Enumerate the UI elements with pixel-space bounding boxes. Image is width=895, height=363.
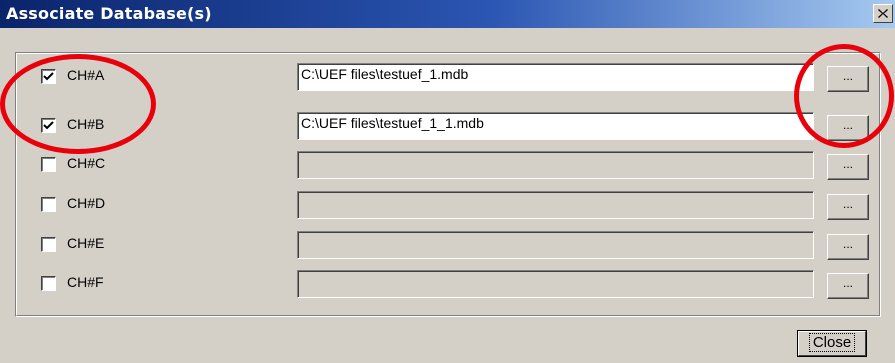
associate-database-dialog: Associate Database(s) CH#A C:\UEF files\t… [0,0,895,363]
channel-checkbox[interactable] [41,118,56,133]
browse-button[interactable]: ... [827,66,869,92]
channel-checkbox[interactable] [41,276,56,291]
browse-button[interactable]: ... [827,115,869,141]
channel-row: CH#C... [0,149,895,183]
channel-row: CH#B C:\UEF files\testuef_1_1.mdb... [0,110,895,144]
title-bar[interactable]: Associate Database(s) [0,0,895,28]
database-path-field[interactable] [297,151,814,179]
channel-label[interactable]: CH#E [67,235,104,251]
channel-label[interactable]: CH#A [67,67,104,83]
database-path-field[interactable]: C:\UEF files\testuef_1_1.mdb [297,112,814,140]
browse-button[interactable]: ... [827,194,869,220]
close-icon [878,9,888,18]
channel-checkbox[interactable] [41,157,56,172]
channel-row: CH#F... [0,268,895,302]
close-button-label: Close [808,333,856,352]
database-path-field[interactable]: C:\UEF files\testuef_1.mdb [297,63,814,91]
channel-label[interactable]: CH#F [67,274,104,290]
browse-button[interactable]: ... [827,154,869,180]
browse-button[interactable]: ... [827,234,869,260]
window-title: Associate Database(s) [6,4,212,23]
channel-row: CH#A C:\UEF files\testuef_1.mdb... [0,61,895,95]
channel-checkbox[interactable] [41,237,56,252]
checkmark-icon [43,121,54,130]
close-button[interactable]: Close [797,330,867,357]
channel-checkbox[interactable] [41,69,56,84]
channel-label[interactable]: CH#D [67,195,105,211]
browse-button[interactable]: ... [827,273,869,299]
channel-row: CH#E... [0,229,895,263]
database-path-field[interactable] [297,270,814,298]
window-close-button[interactable] [873,4,893,23]
database-path-field[interactable] [297,231,814,259]
channel-checkbox[interactable] [41,197,56,212]
database-path-field[interactable] [297,191,814,219]
channel-row: CH#D... [0,189,895,223]
checkmark-icon [43,72,54,81]
channel-label[interactable]: CH#B [67,116,104,132]
channel-label[interactable]: CH#C [67,155,105,171]
